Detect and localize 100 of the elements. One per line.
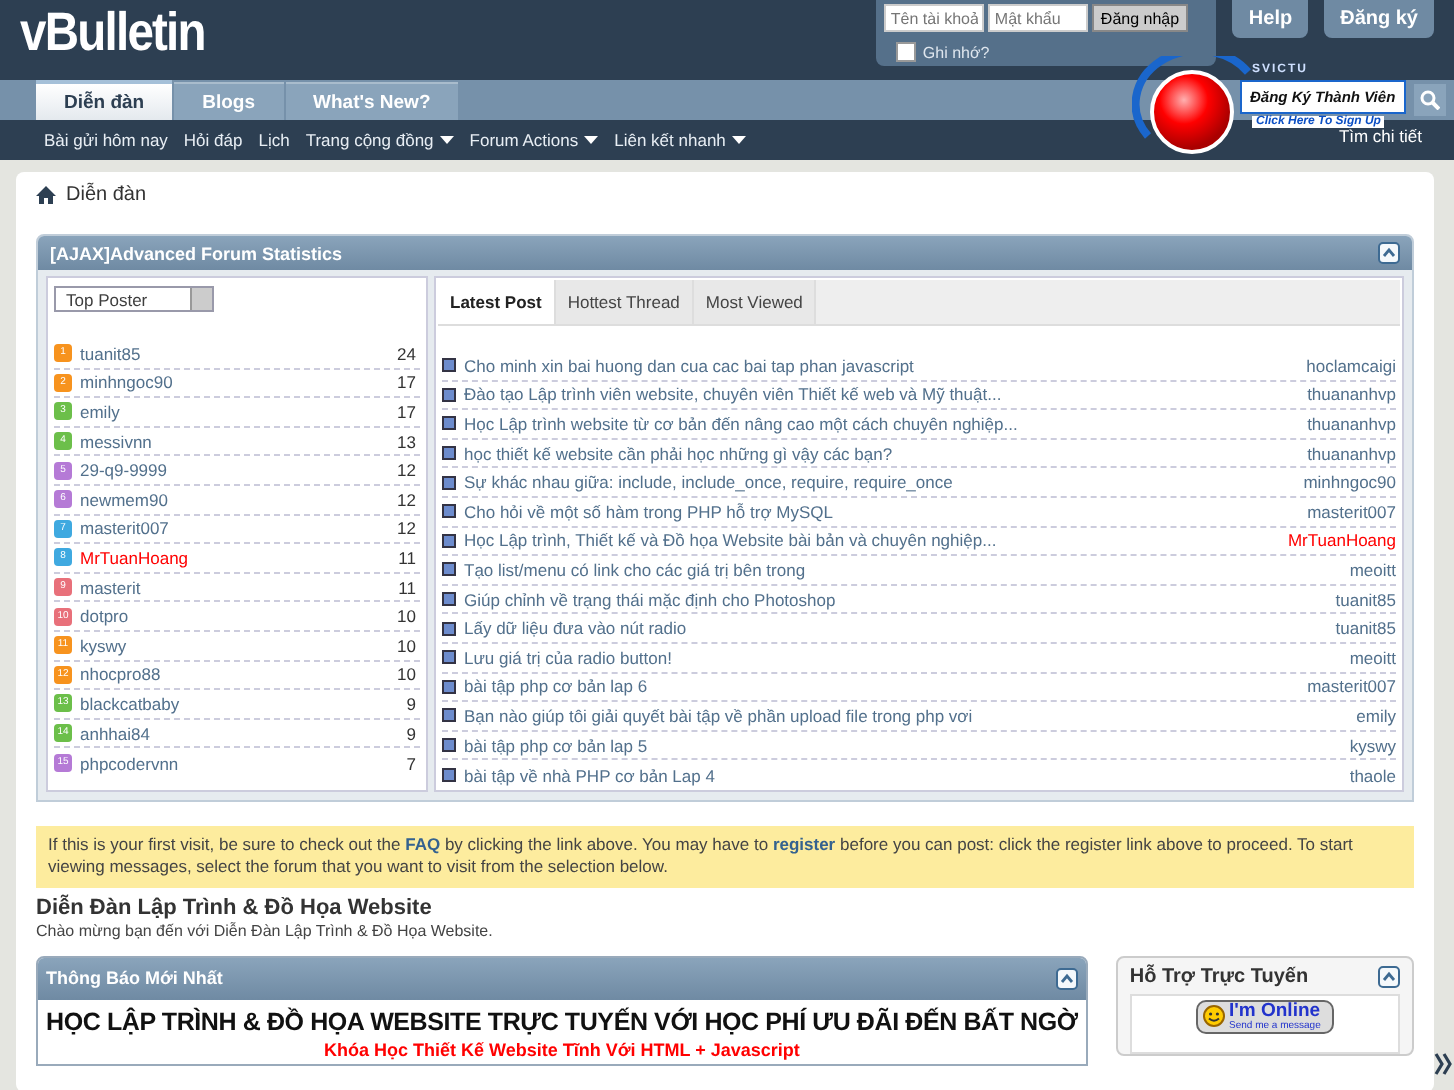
chevron-icon[interactable] (1434, 1050, 1452, 1078)
post-count: 9 (406, 693, 418, 714)
author-link[interactable]: kyswy (1349, 735, 1396, 756)
post-count: 12 (397, 518, 418, 539)
poster-name[interactable]: messivnn (80, 431, 390, 452)
post-count: 12 (397, 460, 418, 481)
author-link[interactable]: emily (1356, 705, 1396, 726)
subnav-link[interactable]: Liên kết nhanh (614, 130, 746, 150)
collapse-icon[interactable] (1378, 965, 1400, 988)
search-button[interactable] (1414, 84, 1446, 116)
stat-type-select[interactable]: Top Poster (54, 286, 214, 312)
poster-name[interactable]: masterit (80, 577, 391, 598)
author-link[interactable]: thuananhvp (1307, 413, 1396, 434)
block-title: [AJAX]Advanced Forum Statistics (50, 243, 343, 263)
post-count: 11 (398, 547, 418, 568)
poster-name[interactable]: tuanit85 (80, 343, 390, 364)
author-link[interactable]: thuananhvp (1307, 384, 1396, 405)
poster-name[interactable]: kyswy (80, 635, 390, 656)
stats-tab[interactable]: Most Viewed (693, 280, 817, 324)
poster-name[interactable]: newmem90 (80, 489, 390, 510)
thread-link[interactable]: Giúp chỉnh về trạng thái mặc định cho Photoshop (464, 589, 1328, 610)
subnav-link[interactable]: Lịch (258, 130, 290, 150)
author-link[interactable]: tuanit85 (1335, 618, 1396, 639)
breadcrumb-link[interactable]: Diễn đàn (66, 184, 147, 206)
subnav-link[interactable]: Trang cộng đồng (305, 130, 454, 150)
author-link[interactable]: minhngoc90 (1303, 472, 1396, 493)
thread-link[interactable]: Sự khác nhau giữa: include, include_once, require, require_once (464, 472, 1296, 493)
post-count: 13 (397, 431, 418, 452)
author-link[interactable]: tuanit85 (1335, 589, 1396, 610)
announcement-headline: HỌC LẬP TRÌNH & ĐỒ HỌA WEBSITE TRỰC TUYẾN VỚI HỌC PHÍ ƯU ĐÃI ĐẾN BẤT NGỜ (46, 1007, 1078, 1036)
thread-link[interactable]: Học Lập trình, Thiết kế và Đồ họa Website bài bản và chuyên nghiệp... (464, 530, 1280, 551)
poster-name[interactable]: anhhai84 (80, 723, 399, 744)
poster-name[interactable]: phpcodervnn (80, 753, 399, 774)
collapse-icon[interactable] (1378, 242, 1400, 264)
thread-link[interactable]: Đào tạo Lập trình viên website, chuyên viên Thiết kế web và Mỹ thuật... (464, 384, 1300, 405)
subnav-link[interactable]: Hỏi đáp (183, 130, 243, 150)
stats-tab[interactable]: Latest Post (438, 280, 556, 324)
thread-link[interactable]: Lưu giá trị của radio button! (464, 647, 1342, 668)
post-count: 9 (406, 723, 418, 744)
post-count: 10 (397, 664, 418, 685)
author-link[interactable]: hoclamcaigi (1306, 355, 1396, 376)
register-link[interactable]: register (772, 833, 836, 854)
author-link[interactable]: masterit007 (1307, 676, 1396, 697)
username-field[interactable]: Tên tài khoả (884, 4, 985, 32)
login-button[interactable]: Đăng nhập (1092, 4, 1188, 32)
block-title: Hỗ Trợ Trực Tuyến (1129, 965, 1309, 988)
post-count: 7 (406, 753, 418, 774)
faq-link[interactable]: FAQ (405, 833, 441, 854)
thread-link[interactable]: bài tập php cơ bản lap 5 (464, 735, 1342, 756)
course-link[interactable]: Khóa Học Thiết Kế Website Tĩnh Với HTML + Javascript (324, 1039, 800, 1060)
thread-link[interactable]: Học Lập trình website từ cơ bản đến nâng cao một cách chuyên nghiệp... (464, 413, 1300, 434)
stats-tab[interactable]: Hottest Thread (555, 280, 694, 324)
poster-name[interactable]: MrTuanHoang (80, 547, 391, 568)
poster-name[interactable]: nhocpro88 (80, 664, 390, 685)
poster-name[interactable]: emily (80, 401, 390, 422)
header-button[interactable]: Đăng ký (1324, 0, 1434, 38)
site-logo[interactable]: vBulletin (20, 2, 205, 64)
author-link[interactable]: thaole (1349, 765, 1396, 786)
post-count: 17 (397, 401, 418, 422)
thread-link[interactable]: Tạo list/menu có link cho các giá trị bên trong (464, 559, 1342, 580)
thread-link[interactable]: Lấy dữ liệu đưa vào nút radio (464, 618, 1328, 639)
poster-name[interactable]: blackcatbaby (80, 693, 399, 714)
password-field[interactable]: Mật khẩu (988, 4, 1089, 32)
post-count: 10 (397, 606, 418, 627)
welcome-notice: If this is your first visit, be sure to check out the FAQ by clicking the link above. You may have to register before you can post: click the register link above to proceed. To start viewing messages, select the forum that you want to visit from the selection below. (36, 825, 1414, 888)
author-link[interactable]: meoitt (1349, 559, 1396, 580)
thread-link[interactable]: học thiết kế website cần phải học những gì vậy các bạn? (464, 443, 1300, 464)
remember-checkbox[interactable] (896, 42, 917, 62)
post-count: 24 (397, 343, 418, 364)
thread-link[interactable]: Cho hỏi về một số hàm trong PHP hỗ trợ MySQL (464, 501, 1300, 522)
thread-link[interactable]: Bạn nào giúp tôi giải quyết bài tập về phần upload file trong php vơi (464, 705, 1349, 726)
search-icon (1420, 90, 1440, 110)
ball-icon (1132, 56, 1252, 160)
poster-name[interactable]: masterit007 (80, 518, 390, 539)
subnav-link[interactable]: Forum Actions (469, 130, 599, 150)
forum-subtitle: Chào mừng bạn đến với Diễn Đàn Lập Trình & Đồ Họa Website. (36, 921, 495, 940)
header-button[interactable]: Help (1232, 0, 1309, 38)
post-count: 17 (397, 372, 418, 393)
post-count: 12 (397, 489, 418, 510)
advanced-search-link[interactable]: Tìm chi tiết (1338, 126, 1422, 146)
poster-name[interactable]: minhngoc90 (80, 372, 390, 393)
post-count: 11 (398, 577, 418, 598)
poster-name[interactable]: 29-q9-9999 (80, 460, 390, 481)
author-link[interactable]: masterit007 (1307, 501, 1396, 522)
home-icon[interactable] (36, 186, 56, 204)
remember-label: Ghi nhớ? (922, 43, 990, 61)
author-link[interactable]: meoitt (1349, 647, 1396, 668)
nav-tab[interactable]: Diễn đàn (36, 80, 173, 120)
thread-link[interactable]: bài tập về nhà PHP cơ bản Lap 4 (464, 765, 1342, 786)
poster-name[interactable]: dotpro (80, 606, 390, 627)
thread-link[interactable]: bài tập php cơ bản lap 6 (464, 676, 1300, 697)
smiley-icon (1201, 1004, 1225, 1029)
collapse-icon[interactable] (1055, 967, 1078, 990)
block-title: Thông Báo Mới Nhất (46, 968, 223, 989)
forum-title: Diễn Đàn Lập Trình & Đồ Họa Website (36, 895, 434, 920)
author-link[interactable]: MrTuanHoang (1287, 530, 1396, 551)
post-count: 10 (397, 635, 418, 656)
author-link[interactable]: thuananhvp (1307, 443, 1396, 464)
subnav-link[interactable]: Bài gửi hôm nay (44, 130, 168, 150)
thread-link[interactable]: Cho minh xin bai huong dan cua cac bai tap phan javascript (464, 355, 1299, 376)
